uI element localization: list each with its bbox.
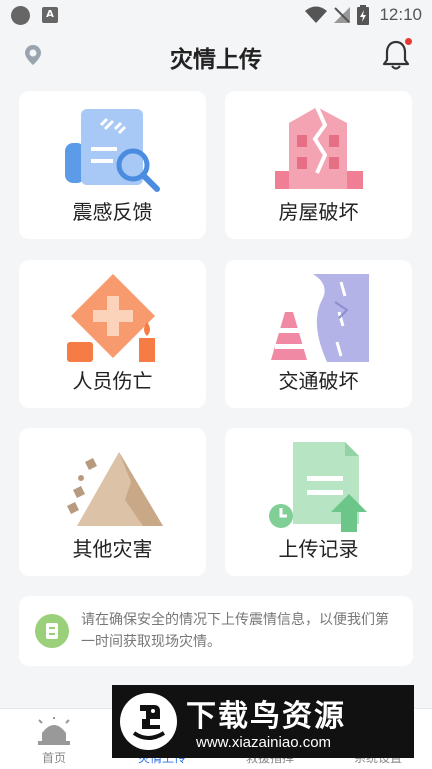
- status-bar: A 12:10: [0, 0, 432, 30]
- card-tremor-feedback[interactable]: 震感反馈: [19, 91, 206, 239]
- notice-icon: [35, 614, 69, 648]
- card-label: 房屋破坏: [278, 200, 359, 224]
- watermark-title: 下载鸟资源: [186, 699, 346, 734]
- road-cone-icon: [271, 274, 369, 362]
- card-casualties[interactable]: 人员伤亡: [19, 260, 206, 408]
- watermark-url: www.xiazainiao.com: [196, 734, 332, 751]
- damaged-building-icon: [275, 106, 363, 189]
- no-signal-icon: [334, 7, 351, 23]
- card-label: 交通破坏: [278, 369, 359, 393]
- card-label: 上传记录: [278, 537, 359, 561]
- document-search-icon: [65, 109, 160, 192]
- card-upload-records[interactable]: 上传记录: [225, 428, 412, 576]
- safety-notice: 请在确保安全的情况下上传震情信息，以便我们第一时间获取现场灾情。: [19, 596, 413, 666]
- app-header: 灾情上传: [0, 30, 432, 82]
- tab-home[interactable]: 首页: [0, 709, 108, 769]
- notification-dot-icon: [11, 6, 30, 25]
- card-traffic-damage[interactable]: 交通破坏: [225, 260, 412, 408]
- first-aid-icon: [67, 274, 155, 362]
- app-badge-icon: A: [42, 7, 58, 23]
- card-house-damage[interactable]: 房屋破坏: [225, 91, 412, 239]
- tab-label: 首页: [41, 751, 66, 765]
- card-label: 人员伤亡: [72, 369, 153, 393]
- page-title: 灾情上传: [170, 47, 262, 73]
- watermark-overlay: 下载鸟资源 www.xiazainiao.com: [112, 685, 414, 758]
- status-icons: 12:10: [305, 4, 422, 26]
- notice-text: 请在确保安全的情况下上传震情信息，以便我们第一时间获取现场灾情。: [81, 612, 389, 650]
- card-other-disasters[interactable]: 其他灾害: [19, 428, 206, 576]
- unread-badge: [405, 38, 412, 45]
- bird-logo-icon: [120, 693, 177, 750]
- card-label: 震感反馈: [72, 200, 153, 224]
- card-label: 其他灾害: [72, 537, 153, 561]
- wifi-icon: [305, 6, 328, 23]
- clock: 12:10: [379, 5, 422, 24]
- battery-icon: [357, 5, 370, 25]
- home-siren-icon: [38, 717, 70, 745]
- landslide-icon: [67, 452, 163, 526]
- upload-record-icon: [269, 442, 367, 532]
